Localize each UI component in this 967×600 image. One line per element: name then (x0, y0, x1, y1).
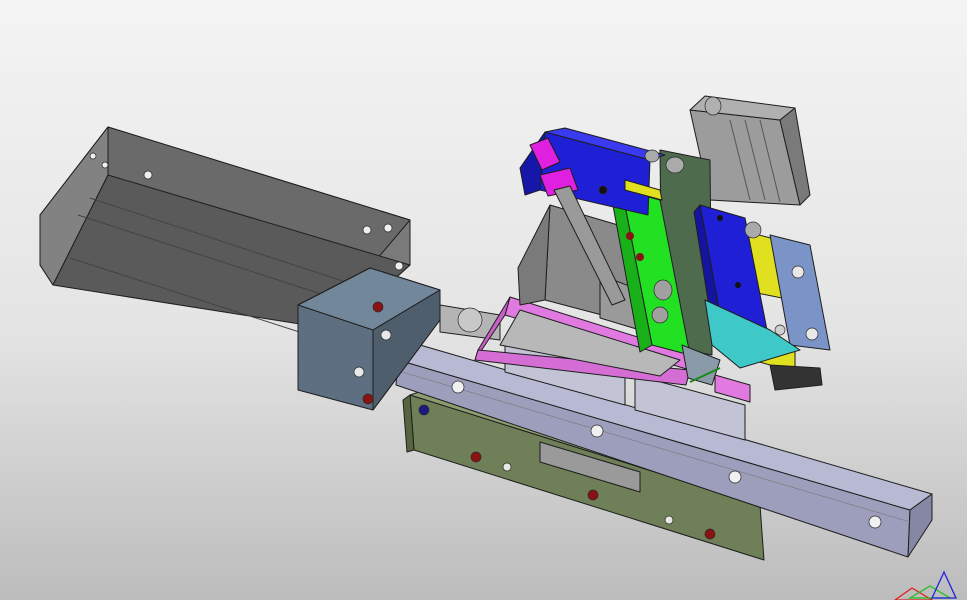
cad-3d-viewport[interactable] (0, 0, 967, 600)
assembly-model[interactable] (0, 0, 967, 600)
dark-bottom-block (769, 364, 823, 391)
axis-triad-icon (893, 570, 958, 600)
